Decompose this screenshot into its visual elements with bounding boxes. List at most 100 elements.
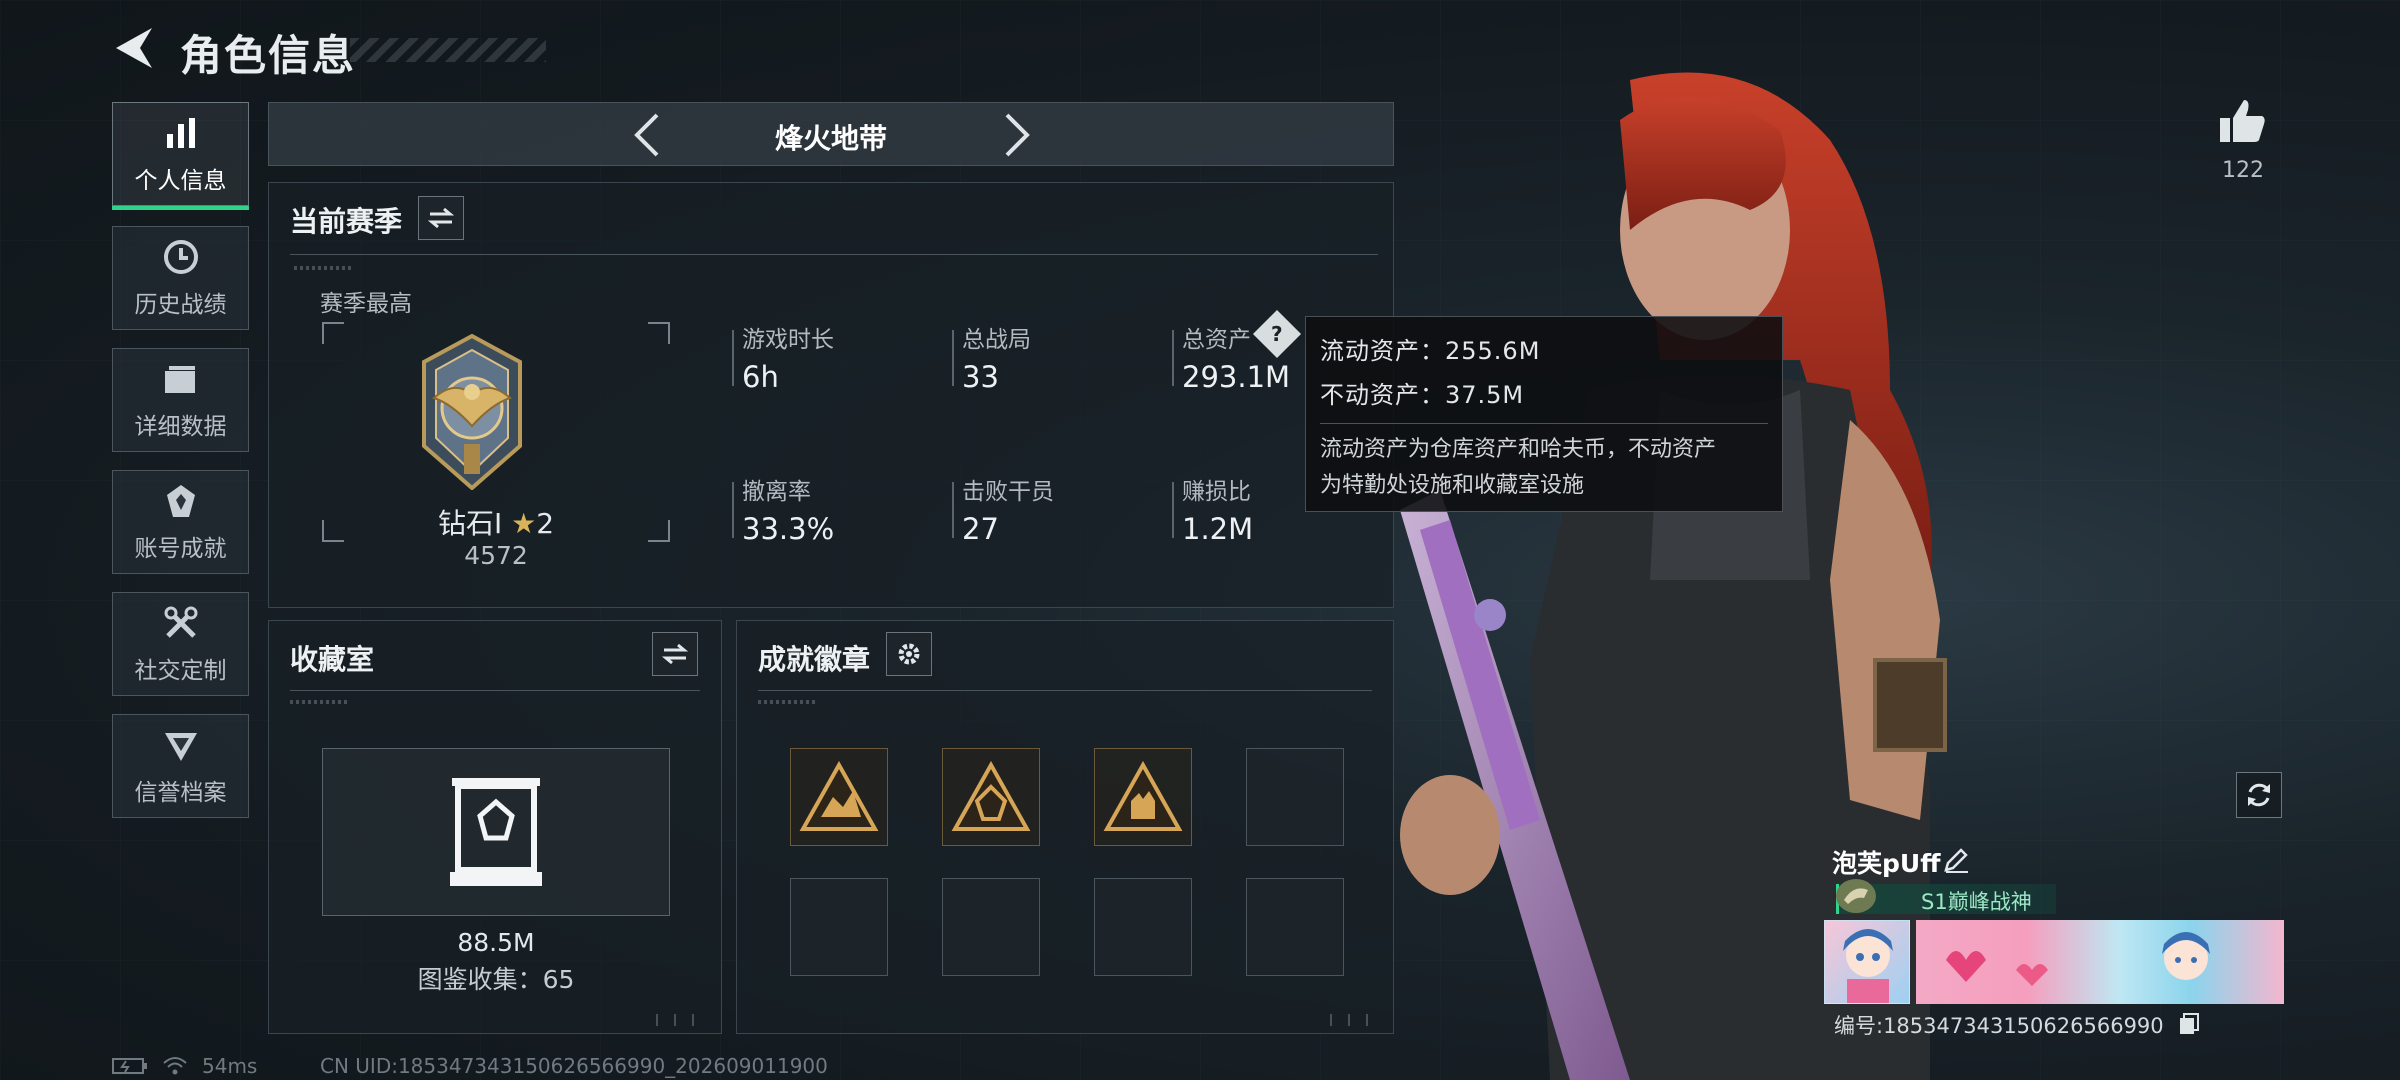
dinosaur-emblem-icon [1836,879,1876,913]
rank-name: 钻石Ⅰ ★2 [322,502,670,542]
player-avatar[interactable] [1824,920,1910,1004]
collection-value: 88.5M [457,928,535,957]
collection-count: 图鉴收集：65 [417,965,575,994]
achievement-icon [161,481,201,521]
decor-marks [294,266,354,270]
player-name: 泡芙pUff [1832,849,1941,878]
sidebar-item-social-custom[interactable]: 社交定制 [112,592,249,696]
achievement-badge-icon [1103,761,1183,831]
sidebar-item-label: 历史战绩 [134,292,227,318]
sidebar-item-label: 账号成就 [134,536,227,562]
rank-stars: 2 [536,507,555,540]
folder-icon [161,359,201,399]
season-title: 当前赛季 [290,205,403,238]
badge-slot-empty[interactable] [1094,878,1192,976]
status-bar: 54ms [112,1054,257,1078]
stat-tick [732,330,734,386]
badge-slot-empty[interactable] [942,878,1040,976]
collection-title: 收藏室 [290,643,375,676]
copy-icon[interactable] [2178,1012,2200,1036]
ping-text: 54ms [202,1054,258,1078]
tooltip-liquid-assets: 流动资产：255.6M [1320,337,1541,365]
sidebar-item-personal-info[interactable]: 个人信息 [112,102,249,210]
divider [290,690,700,691]
rank-score: 4572 [464,541,528,570]
badges-settings-button[interactable] [886,632,932,676]
corner-decoration [656,1014,710,1026]
sidebar-item-credit-record[interactable]: 信誉档案 [112,714,249,818]
uid-text: CN UID:185347343150626566990_20260901190… [320,1054,828,1078]
badges-title: 成就徽章 [758,643,871,676]
title-decoration [350,38,546,62]
stat-label-extraction-rate: 撤离率 [742,479,811,505]
edit-pencil-icon[interactable] [1942,846,1970,874]
stat-label-playtime: 游戏时长 [742,327,834,353]
sidebar-item-label: 详细数据 [134,414,227,440]
back-arrow-icon[interactable] [112,26,154,70]
stat-label-total-matches: 总战局 [962,327,1031,353]
sidebar-item-label: 信誉档案 [134,780,227,806]
stat-tick [952,482,954,538]
sidebar-item-label: 社交定制 [134,658,227,684]
sidebar-item-label: 个人信息 [134,168,227,194]
banner-illustration [1946,932,2210,986]
badge-slot[interactable] [790,748,888,846]
stat-tick [1172,330,1174,386]
star-icon: ★ [511,507,537,540]
bar-chart-icon [161,113,201,153]
stat-value-operators-defeated: 27 [962,512,999,546]
player-banner[interactable] [1916,920,2284,1004]
stat-value-playtime: 6h [742,360,779,394]
season-switch-button[interactable] [418,196,464,240]
stat-label-profit-loss: 赚损比 [1182,479,1251,505]
display-case-icon [450,778,542,886]
stat-tick [732,482,734,538]
next-mode-arrow-icon[interactable] [999,111,1035,159]
stat-value-total-assets: 293.1M [1182,360,1291,394]
mode-title: 烽火地带 [774,122,887,155]
wifi-icon [163,1057,187,1075]
tooltip-desc-line1: 流动资产为仓库资产和哈夫币，不动资产 [1320,437,1717,462]
badge-slot[interactable] [942,748,1040,846]
badge-slot-empty[interactable] [790,878,888,976]
player-id: 编号:185347343150626566990 [1834,1014,2164,1038]
achievement-badge-icon [799,761,879,831]
tooltip-fixed-assets: 不动资产：37.5M [1320,381,1525,409]
divider [290,254,1378,255]
achievement-badge-icon [951,761,1031,831]
stat-label-total-assets: 总资产 [1182,327,1251,353]
stat-value-extraction-rate: 33.3% [742,512,835,546]
swap-icon [662,643,688,665]
swap-icon [428,207,454,229]
stat-tick [952,330,954,386]
sidebar-item-history[interactable]: 历史战绩 [112,226,249,330]
season-best-label: 赛季最高 [320,291,412,317]
refresh-icon [2248,783,2270,807]
refresh-button[interactable] [2236,772,2282,818]
mode-switcher: 烽火地带 [268,102,1394,166]
stat-value-total-matches: 33 [962,360,999,394]
diamond-rank-emblem-icon [422,334,522,490]
assets-tooltip: 流动资产：255.6M 不动资产：37.5M 流动资产为仓库资产和哈夫币，不动资… [1305,316,1783,512]
tools-icon [161,603,201,643]
credit-icon [161,725,201,765]
thumbs-up-icon[interactable] [2218,96,2268,146]
avatar-illustration [1843,929,1893,1003]
stat-tick [1172,482,1174,538]
page-title: 角色信息 [180,31,357,80]
gear-icon [898,643,920,665]
title-badge-text: S1巅峰战神 [1921,890,2032,914]
like-count: 122 [2222,158,2264,183]
battery-icon [112,1058,147,1074]
badge-slot[interactable] [1094,748,1192,846]
collection-switch-button[interactable] [652,632,698,676]
tooltip-divider [1320,423,1768,424]
tooltip-desc-line2: 为特勤处设施和收藏室设施 [1320,473,1585,498]
sidebar-item-detail-data[interactable]: 详细数据 [112,348,249,452]
history-icon [161,237,201,277]
decor-marks [758,700,818,704]
decor-marks [290,700,350,704]
sidebar-item-achievements[interactable]: 账号成就 [112,470,249,574]
rank-tier: 钻石Ⅰ [437,507,503,540]
divider [758,690,1372,691]
